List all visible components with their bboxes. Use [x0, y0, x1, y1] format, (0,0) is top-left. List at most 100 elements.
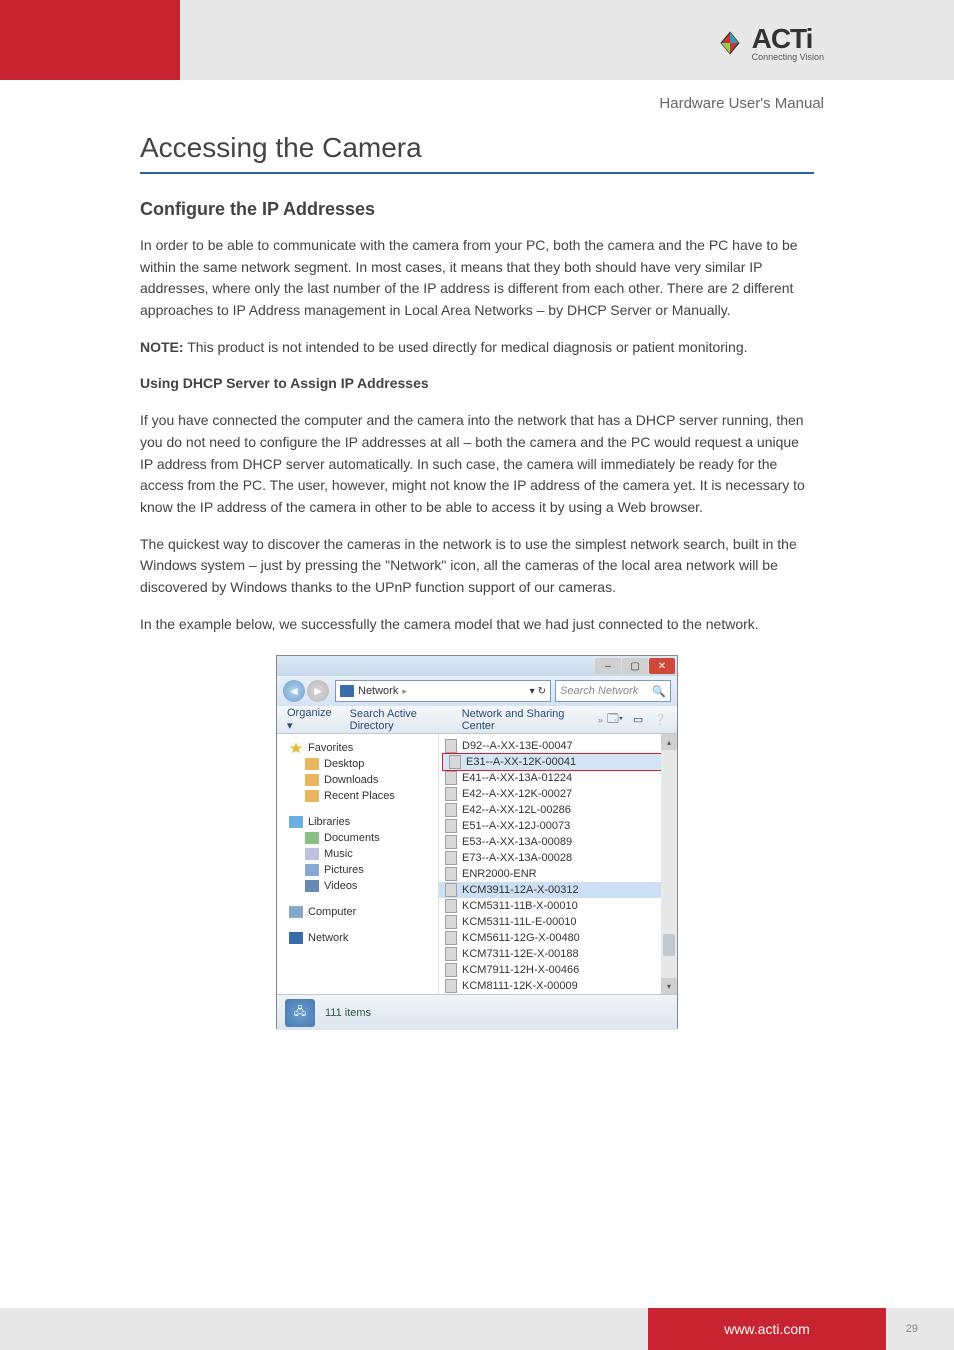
file-item[interactable]: E42--A-XX-12K-00027	[439, 786, 677, 802]
device-icon	[445, 915, 457, 929]
brand-tagline: Connecting Vision	[752, 52, 824, 62]
sidebar-favorites[interactable]: Favorites	[281, 740, 434, 756]
brand-logo: ACTi Connecting Vision	[716, 0, 954, 80]
file-item[interactable]: KCM7911-12H-X-00466	[439, 962, 677, 978]
network-icon	[340, 685, 354, 697]
file-name: E73--A-XX-13A-00028	[462, 852, 572, 864]
heading-2: Configure the IP Addresses	[140, 199, 814, 220]
device-icon	[445, 963, 457, 977]
minimize-button[interactable]: –	[595, 658, 621, 674]
file-item[interactable]: E31--A-XX-12K-00041	[442, 753, 672, 771]
back-button[interactable]: ◄	[283, 680, 305, 702]
file-name: E53--A-XX-13A-00089	[462, 836, 572, 848]
scroll-down-icon[interactable]: ▾	[661, 978, 677, 994]
file-name: E51--A-XX-12J-00073	[462, 820, 570, 832]
heading-1: Accessing the Camera	[140, 132, 814, 164]
note-text: This product is not intended to be used …	[184, 339, 748, 355]
folder-icon	[305, 790, 319, 802]
device-icon	[445, 867, 457, 881]
example-paragraph: In the example below, we successfully th…	[140, 614, 814, 636]
view-icon[interactable]: 🗔▾	[607, 710, 623, 729]
file-item[interactable]: KCM5311-11L-E-00010	[439, 914, 677, 930]
search-input[interactable]: Search Network 🔍	[555, 680, 671, 702]
breadcrumb-network[interactable]: Network	[358, 685, 398, 697]
maximize-button[interactable]: ▢	[622, 658, 648, 674]
chevron-icon: ▸	[402, 686, 407, 697]
brand-name: ACTi	[752, 23, 824, 55]
file-name: KCM5611-12G-X-00480	[462, 932, 580, 944]
file-item[interactable]: KCM5611-12G-X-00480	[439, 930, 677, 946]
file-item[interactable]: E51--A-XX-12J-00073	[439, 818, 677, 834]
file-item[interactable]: KCM8111-12K-X-00009	[439, 978, 677, 994]
forward-button[interactable]: ►	[307, 680, 329, 702]
file-name: KCM7911-12H-X-00466	[462, 964, 579, 976]
device-icon	[445, 947, 457, 961]
network-icon	[289, 932, 303, 944]
device-icon	[445, 883, 457, 897]
folder-icon	[305, 758, 319, 770]
file-name: KCM8111-12K-X-00009	[462, 980, 578, 992]
window-titlebar: – ▢ ✕	[277, 656, 677, 676]
sidebar-videos[interactable]: Videos	[281, 878, 434, 894]
explorer-window: – ▢ ✕ ◄ ► Network ▸ ▾↻ Search Network 🔍 …	[276, 655, 678, 1029]
search-ad-button[interactable]: Search Active Directory	[350, 708, 444, 732]
file-item[interactable]: KCM5311-11B-X-00010	[439, 898, 677, 914]
documents-icon	[305, 832, 319, 844]
file-item[interactable]: D92--A-XX-13E-00047	[439, 738, 677, 754]
sidebar-desktop[interactable]: Desktop	[281, 756, 434, 772]
note-block: NOTE: This product is not intended to be…	[140, 337, 814, 359]
sidebar-computer[interactable]: Computer	[281, 904, 434, 920]
sidebar-music[interactable]: Music	[281, 846, 434, 862]
file-name: E31--A-XX-12K-00041	[466, 756, 576, 768]
file-item[interactable]: E42--A-XX-12L-00286	[439, 802, 677, 818]
libraries-icon	[289, 816, 303, 828]
address-bar[interactable]: Network ▸ ▾↻	[335, 680, 551, 702]
sidebar-documents[interactable]: Documents	[281, 830, 434, 846]
file-item[interactable]: E41--A-XX-13A-01224	[439, 770, 677, 786]
chevron-more-icon[interactable]: »	[598, 715, 603, 725]
scrollbar[interactable]: ▴ ▾	[661, 734, 677, 994]
file-name: D92--A-XX-13E-00047	[462, 740, 573, 752]
file-name: E41--A-XX-13A-01224	[462, 772, 572, 784]
scroll-up-icon[interactable]: ▴	[661, 734, 677, 750]
star-icon	[289, 742, 303, 754]
device-icon	[445, 899, 457, 913]
search-icon: 🔍	[652, 685, 666, 698]
footer-url: www.acti.com	[648, 1308, 886, 1350]
sidebar-pictures[interactable]: Pictures	[281, 862, 434, 878]
device-icon	[449, 755, 461, 769]
scroll-thumb[interactable]	[663, 934, 675, 956]
device-icon	[445, 771, 457, 785]
sidebar-downloads[interactable]: Downloads	[281, 772, 434, 788]
file-name: E42--A-XX-12L-00286	[462, 804, 571, 816]
organize-menu[interactable]: Organize ▾	[287, 707, 332, 732]
upnp-paragraph: The quickest way to discover the cameras…	[140, 534, 814, 599]
device-icon	[445, 835, 457, 849]
footer: www.acti.com	[0, 1308, 954, 1350]
file-name: KCM7311-12E-X-00188	[462, 948, 579, 960]
dhcp-body: If you have connected the computer and t…	[140, 410, 814, 518]
file-item[interactable]: ENR2000-ENR	[439, 866, 677, 882]
sidebar-network[interactable]: Network	[281, 930, 434, 946]
file-item[interactable]: E53--A-XX-13A-00089	[439, 834, 677, 850]
folder-icon	[305, 774, 319, 786]
sharing-center-button[interactable]: Network and Sharing Center	[462, 708, 576, 732]
document-title: Hardware User's Manual	[0, 95, 824, 112]
file-name: KCM5311-11B-X-00010	[462, 900, 578, 912]
acti-logo-icon	[716, 29, 744, 57]
file-item[interactable]: KCM7311-12E-X-00188	[439, 946, 677, 962]
file-name: ENR2000-ENR	[462, 868, 537, 880]
device-icon	[445, 979, 457, 993]
file-item[interactable]: KCM3911-12A-X-00312	[439, 882, 677, 898]
file-name: E42--A-XX-12K-00027	[462, 788, 572, 800]
help-icon[interactable]: ❔	[653, 713, 667, 726]
sidebar-recent[interactable]: Recent Places	[281, 788, 434, 804]
network-status-icon: 🖧	[285, 999, 315, 1027]
preview-icon[interactable]: ▭	[633, 713, 643, 726]
sidebar-libraries[interactable]: Libraries	[281, 814, 434, 830]
device-icon	[445, 739, 457, 753]
file-item[interactable]: E73--A-XX-13A-00028	[439, 850, 677, 866]
note-label: NOTE:	[140, 339, 184, 355]
device-icon	[445, 851, 457, 865]
close-button[interactable]: ✕	[649, 658, 675, 674]
